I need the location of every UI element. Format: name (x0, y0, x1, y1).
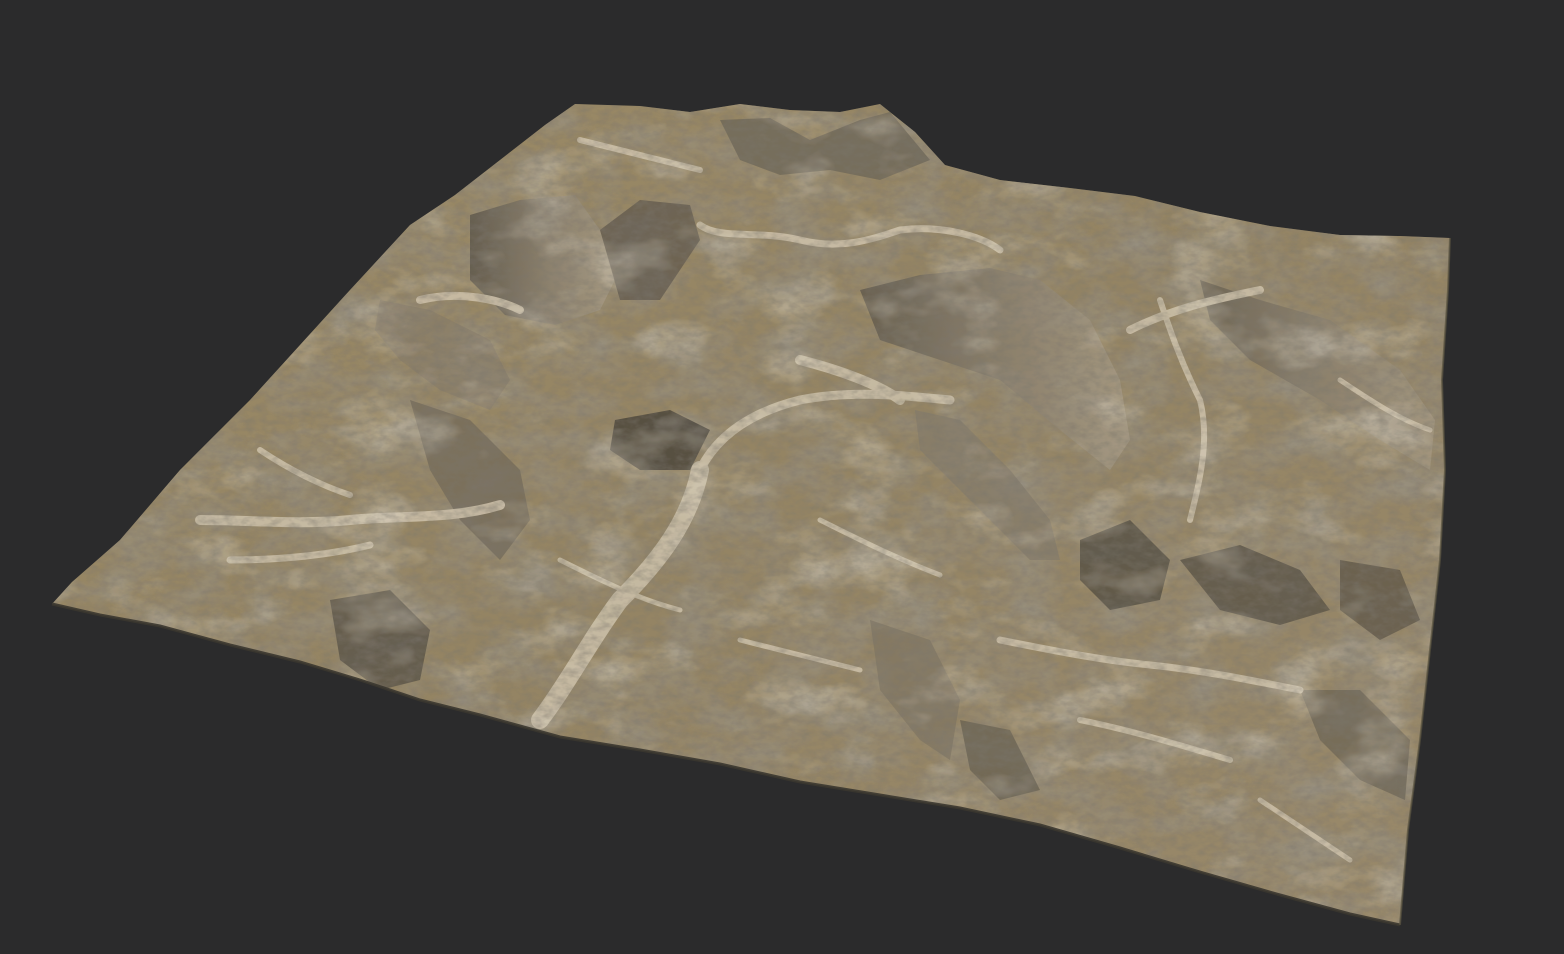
3d-viewport[interactable] (0, 0, 1564, 954)
terrain-mesh-render[interactable] (0, 0, 1564, 954)
terrain-surface (52, 104, 1450, 925)
